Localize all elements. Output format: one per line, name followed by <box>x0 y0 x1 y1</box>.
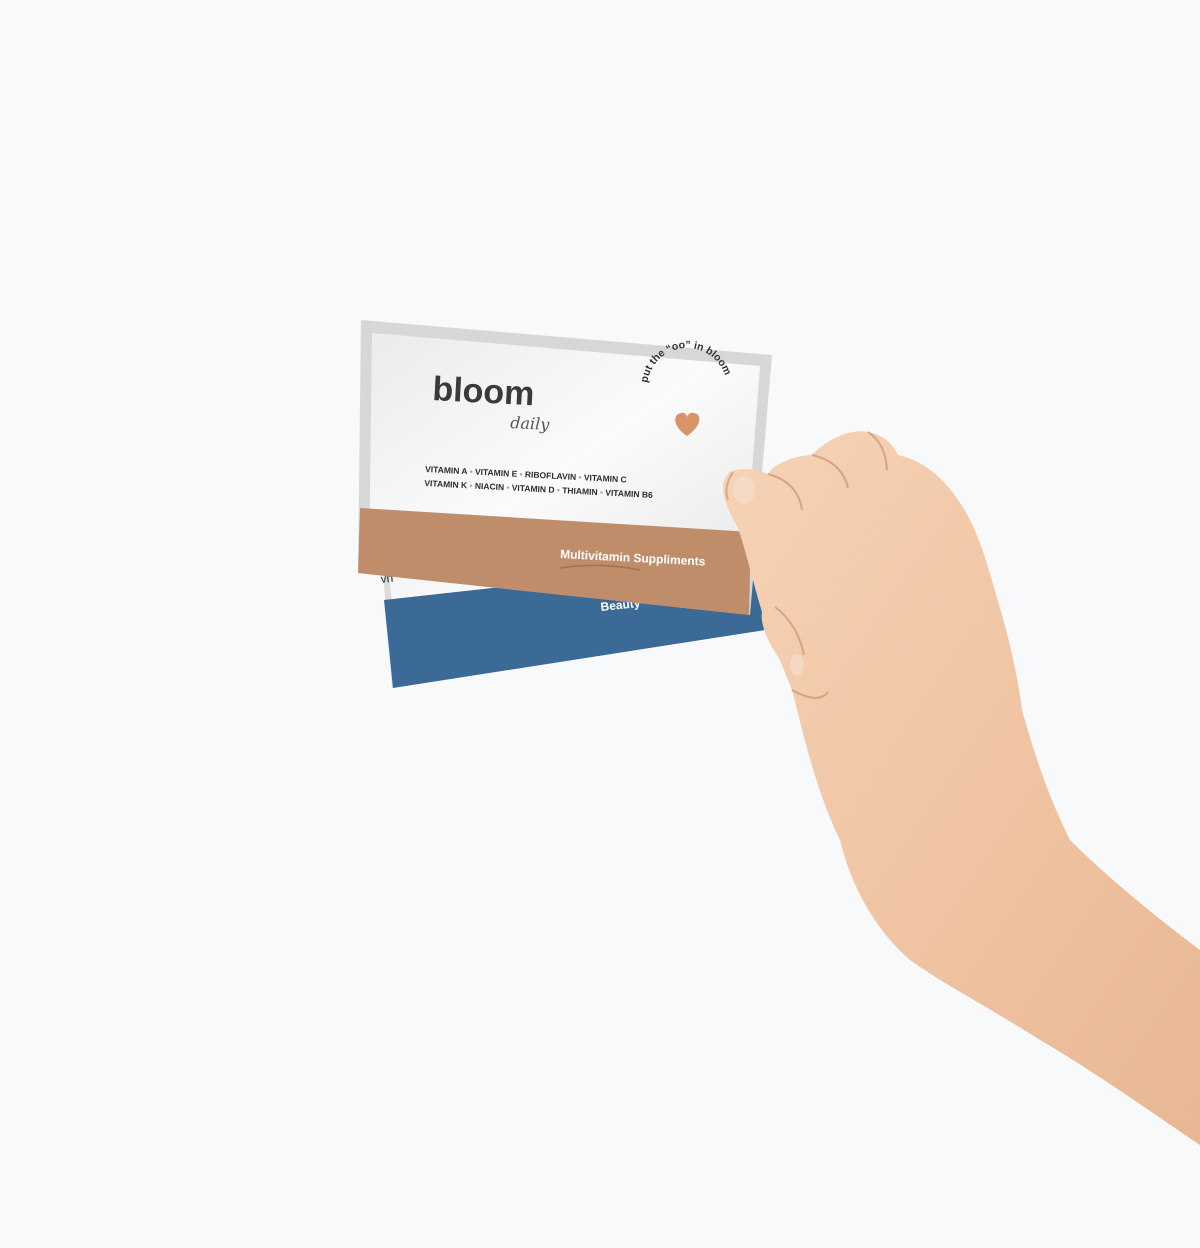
front-sachet: bloom daily VITAMIN A • VITAMIN E • RIBO… <box>358 320 772 615</box>
product-photo: Beauty VIT bloom daily VITAMIN A • VITAM… <box>358 320 1200 1146</box>
vitamin-item: THIAMIN <box>562 485 598 497</box>
sub-brand: daily <box>510 413 551 434</box>
vitamin-item: NIACIN <box>475 481 505 493</box>
brand-logo: bloom <box>432 370 536 413</box>
hand-icon <box>723 431 1200 1146</box>
product-photo-scene: Beauty VIT bloom daily VITAMIN A • VITAM… <box>0 0 1200 1248</box>
